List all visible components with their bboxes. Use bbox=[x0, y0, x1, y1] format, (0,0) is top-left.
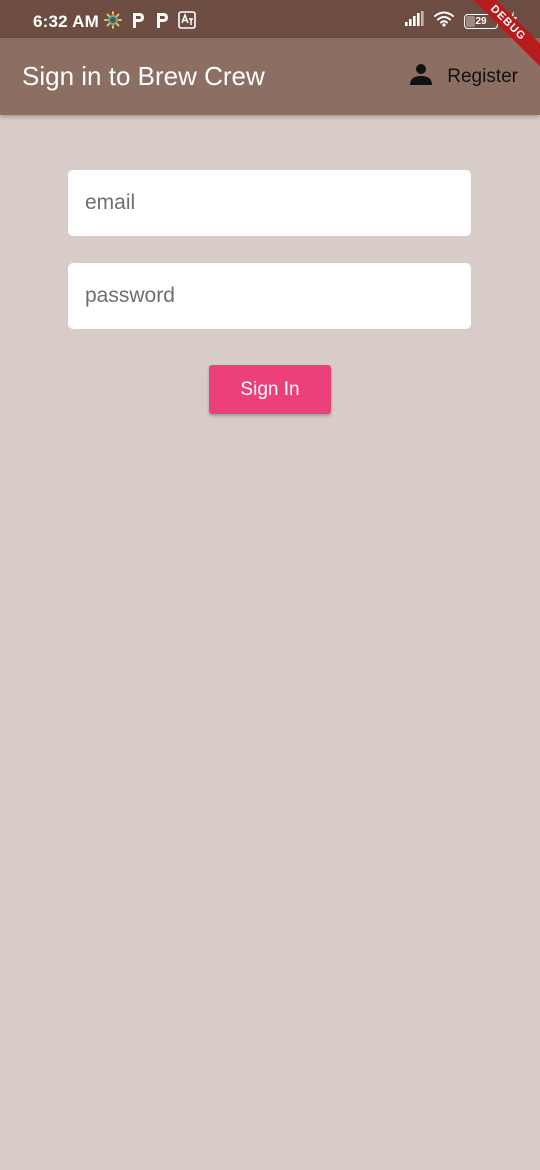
email-placeholder: email bbox=[85, 191, 136, 214]
status-time: 6:32 AM bbox=[33, 12, 99, 31]
translate-icon bbox=[178, 11, 196, 34]
pinterest-icon bbox=[154, 11, 170, 34]
charging-icon bbox=[508, 11, 518, 32]
password-placeholder: password bbox=[85, 284, 175, 307]
register-button[interactable]: Register bbox=[409, 38, 518, 115]
password-field[interactable]: password bbox=[68, 263, 471, 329]
sign-in-button[interactable]: Sign In bbox=[209, 365, 331, 414]
sign-in-label: Sign In bbox=[240, 378, 300, 400]
battery-icon: 29 bbox=[464, 14, 498, 29]
page-title: Sign in to Brew Crew bbox=[22, 61, 265, 91]
signal-icon bbox=[404, 11, 424, 32]
app-bar: Sign in to Brew Crew Register bbox=[0, 38, 540, 115]
person-icon bbox=[409, 62, 433, 91]
wifi-icon bbox=[434, 11, 454, 32]
email-field[interactable]: email bbox=[68, 170, 471, 236]
status-bar: 6:32 AM 29 bbox=[0, 0, 540, 38]
notification-icons bbox=[104, 11, 196, 34]
register-label: Register bbox=[447, 65, 518, 87]
pinterest-icon bbox=[130, 11, 146, 34]
battery-level: 29 bbox=[475, 16, 487, 27]
app-notification-icon bbox=[104, 11, 122, 34]
system-icons: 29 bbox=[404, 11, 518, 32]
